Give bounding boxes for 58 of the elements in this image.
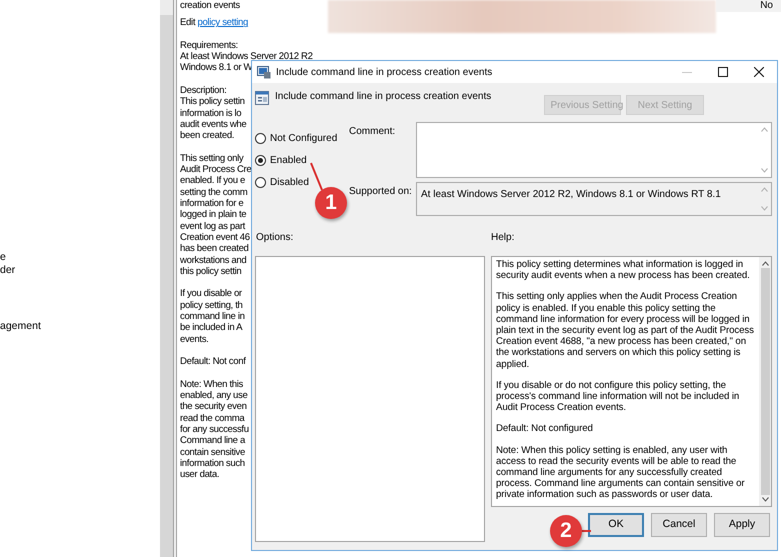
description-line: enabled. If you e (180, 175, 245, 187)
description-line: Requirements: (180, 40, 238, 52)
description-line: logged in plain te (180, 209, 246, 221)
description-line: the security even (180, 401, 247, 413)
help-paragraph: Default: Not configured (496, 423, 594, 435)
radio-label[interactable]: Disabled (270, 174, 309, 190)
description-line: policy setting, th (180, 300, 242, 312)
radio-label[interactable]: Not Configured (270, 130, 338, 146)
help-label: Help: (491, 231, 516, 245)
description-line: Command line a (180, 435, 245, 447)
description-line: setting the comm (180, 186, 248, 198)
description-line: read the comma (180, 412, 244, 424)
help-paragraph: If you disable or do not configure this policy setting, the process's command line information will not be included in Audit Process Creation events. (496, 380, 740, 414)
description-line: information is lo (180, 108, 242, 119)
description-line: been created. (180, 130, 234, 142)
tree-item[interactable]: agement (0, 320, 160, 333)
description-line: Description: (180, 85, 226, 96)
description-line: this policy settin (180, 266, 242, 278)
supported-on-label: Supported on: (349, 186, 412, 197)
description-line: for any successfu (180, 424, 249, 436)
options-label: Options: (255, 231, 294, 245)
comment-label: Comment: (349, 126, 396, 137)
description-line: information for e (180, 198, 244, 210)
description-line: Creation event 46 (180, 232, 250, 244)
help-paragraph: This policy setting determines what information is logged in security audit events when a new process has been created. (496, 259, 751, 282)
help-paragraph: Note: When this policy setting is enabled, any user with access to read the security events will be able to read the command line arguments for any successfully created process. Command line arguments can contain sensitive or private information such as passwords or user data. (496, 444, 746, 501)
tree-item[interactable]: der (0, 264, 160, 277)
column-value: No (716, 0, 781, 12)
description-line: audit events whe (180, 118, 246, 130)
supported-on-text: At least Windows Server 2012 R2, Windows 8.1 or Windows RT 8.1 (420, 188, 722, 202)
help-paragraph: This setting only applies when the Audit Process Creation policy is enabled. If you enable this policy setting the command line information for every process will be logged in plain text in the security event log as part of the Audit Process Creation event 4688, "a new process has been created," on the workstations and servers on which this policy setting is applied. (496, 291, 755, 370)
description-line: Note: When this (180, 378, 244, 390)
description-line: user data. (180, 469, 220, 480)
apply-button[interactable]: Apply (714, 513, 770, 537)
description-line: enabled, any use (180, 390, 248, 402)
tree-item[interactable]: e (0, 251, 160, 264)
window-title: Include command line in process creation events (276, 66, 492, 80)
radio-label[interactable]: Enabled (270, 152, 307, 168)
description-line: events. (180, 334, 208, 345)
description-line: Default: Not conf (180, 356, 246, 368)
description-line: At least Windows Server 2012 R2 (180, 51, 313, 62)
description-line: Audit Process Cre (180, 164, 252, 176)
description-line: If you disable or (180, 288, 242, 300)
ok-button[interactable]: OK (588, 513, 644, 537)
description-line: information such (180, 458, 245, 470)
cancel-button[interactable]: Cancel (651, 513, 707, 537)
description-line: command line in (180, 311, 245, 322)
description-line: event log as part (180, 220, 245, 232)
setting-title: Include command line in process creation events (275, 90, 492, 104)
description-line: be included in A (180, 322, 242, 334)
policy-setting-link[interactable]: policy setting (197, 17, 248, 28)
description-line: contain sensitive (180, 446, 245, 458)
description-line: This setting only (180, 152, 244, 164)
description-line: This policy settin (180, 96, 245, 108)
description-line: has been created (180, 243, 249, 255)
description-line: workstations and (180, 254, 246, 266)
setting-heading: creation events (180, 0, 241, 12)
edit-text: Edit policy setting (180, 17, 248, 29)
